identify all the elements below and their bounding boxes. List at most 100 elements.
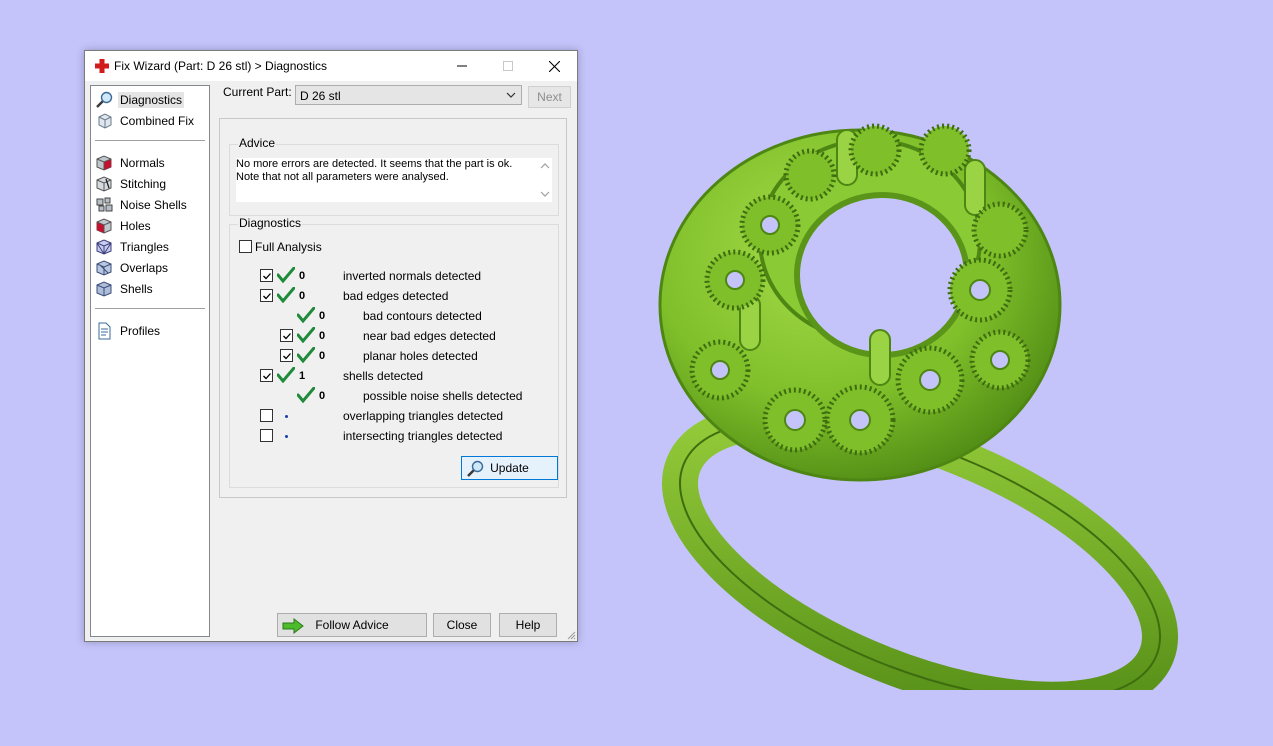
title-bar[interactable]: Fix Wizard (Part: D 26 stl) > Diagnostic… — [85, 51, 577, 81]
sidebar-item-triangles[interactable]: Triangles — [95, 237, 205, 257]
sidebar-item-profiles[interactable]: Profiles — [95, 321, 205, 341]
checkmark-icon — [262, 292, 271, 299]
sidebar-item-diagnostics[interactable]: Diagnostics — [95, 90, 205, 110]
checkmark-icon — [282, 332, 291, 339]
checkmark-icon — [262, 272, 271, 279]
advice-line: No more errors are detected. It seems th… — [236, 158, 513, 170]
wizard-sidebar: Diagnostics Combined Fix Normals Stitchi… — [90, 85, 210, 637]
full-analysis-checkbox[interactable] — [239, 240, 252, 253]
minimize-button[interactable] — [439, 51, 485, 81]
status-ok-icon — [277, 267, 295, 283]
follow-advice-button[interactable]: Follow Advice — [277, 613, 427, 637]
shells-cube-icon — [96, 281, 112, 297]
sidebar-item-normals[interactable]: Normals — [95, 153, 205, 173]
inverted-normals-label: inverted normals detected — [343, 269, 482, 283]
minimize-icon — [457, 65, 467, 67]
sidebar-item-combined-fix[interactable]: Combined Fix — [95, 111, 205, 131]
full-analysis-label: Full Analysis — [255, 240, 322, 254]
holes-cube-icon — [96, 218, 112, 234]
maximize-button[interactable] — [485, 51, 531, 81]
shells-count: 1 — [299, 370, 306, 382]
status-ok-icon — [277, 287, 295, 303]
sidebar-item-label: Normals — [120, 156, 165, 170]
ring-3d-model[interactable] — [620, 90, 1220, 690]
close-icon — [548, 60, 560, 72]
sidebar-item-shells[interactable]: Shells — [95, 279, 205, 299]
shells-checkbox[interactable] — [260, 369, 273, 382]
shells-label: shells detected — [343, 369, 424, 383]
window-title: Fix Wizard (Part: D 26 stl) > Diagnostic… — [114, 59, 328, 73]
diagnostics-group: Diagnostics Full Analysis 0 inverted nor… — [229, 216, 559, 488]
intersecting-triangles-checkbox[interactable] — [260, 429, 273, 442]
checkmark-icon — [282, 352, 291, 359]
status-ok-icon — [297, 327, 315, 343]
help-button[interactable]: Help — [499, 613, 557, 637]
near-bad-edges-checkbox[interactable] — [280, 329, 293, 342]
close-window-button[interactable] — [531, 51, 577, 81]
resize-grip-icon[interactable] — [565, 629, 576, 640]
not-analysed-dot-icon — [285, 435, 288, 438]
sidebar-item-label: Profiles — [120, 324, 161, 338]
not-analysed-dot-icon — [285, 415, 288, 418]
bad-edges-checkbox[interactable] — [260, 289, 273, 302]
magnifier-icon — [96, 91, 113, 108]
update-button[interactable]: Update — [461, 456, 558, 480]
scroll-down-icon — [540, 191, 550, 197]
sidebar-item-label: Diagnostics — [118, 92, 185, 108]
advice-group-title: Advice — [238, 136, 277, 150]
sidebar-divider — [95, 308, 205, 309]
maximize-icon — [503, 61, 513, 71]
document-icon — [98, 322, 111, 340]
advice-textarea[interactable]: No more errors are detected. It seems th… — [236, 158, 538, 202]
bad-edges-label: bad edges detected — [343, 289, 449, 303]
red-cross-icon — [95, 59, 109, 73]
sidebar-item-holes[interactable]: Holes — [95, 216, 205, 236]
status-ok-icon — [297, 387, 315, 403]
sidebar-item-label: Triangles — [120, 240, 169, 254]
current-part-label: Current Part: — [223, 85, 292, 99]
current-part-value: D 26 stl — [300, 89, 341, 103]
combined-fix-icon — [98, 113, 112, 129]
sidebar-item-label: Stitching — [120, 177, 167, 191]
advice-scrollbar[interactable] — [538, 158, 552, 202]
current-part-select[interactable]: D 26 stl — [295, 85, 522, 105]
planar-holes-checkbox[interactable] — [280, 349, 293, 362]
near-bad-edges-label: near bad edges detected — [363, 329, 496, 343]
near-bad-edges-count: 0 — [319, 330, 326, 342]
overlapping-triangles-checkbox[interactable] — [260, 409, 273, 422]
overlaps-cube-icon — [96, 260, 112, 276]
sidebar-item-label: Holes — [120, 219, 151, 233]
sidebar-item-noise-shells[interactable]: Noise Shells — [95, 195, 205, 215]
close-button[interactable]: Close — [433, 613, 491, 637]
status-ok-icon — [297, 307, 315, 323]
advice-group: Advice No more errors are detected. It s… — [229, 136, 559, 216]
update-button-label: Update — [490, 461, 529, 475]
sidebar-item-overlaps[interactable]: Overlaps — [95, 258, 205, 278]
checkmark-icon — [262, 372, 271, 379]
bad-contours-label: bad contours detected — [363, 309, 482, 323]
planar-holes-label: planar holes detected — [363, 349, 478, 363]
noise-shells-label: possible noise shells detected — [363, 389, 523, 403]
diagnostics-group-title: Diagnostics — [238, 216, 303, 230]
chevron-down-icon — [506, 92, 516, 98]
next-button[interactable]: Next — [528, 86, 571, 108]
inverted-normals-count: 0 — [299, 270, 306, 282]
status-ok-icon — [297, 347, 315, 363]
inverted-normals-checkbox[interactable] — [260, 269, 273, 282]
sidebar-item-label: Overlaps — [120, 261, 169, 275]
advice-line: Note that not all parameters were analys… — [236, 171, 449, 183]
green-arrow-right-icon — [282, 618, 304, 634]
bad-edges-count: 0 — [299, 290, 306, 302]
normals-cube-icon — [96, 155, 112, 171]
sidebar-divider — [95, 140, 205, 141]
bad-contours-count: 0 — [319, 310, 326, 322]
overlapping-triangles-label: overlapping triangles detected — [343, 409, 504, 423]
sidebar-item-stitching[interactable]: Stitching — [95, 174, 205, 194]
noise-shells-count: 0 — [319, 390, 326, 402]
triangles-cube-icon — [96, 239, 112, 255]
scroll-up-icon — [540, 163, 550, 169]
diagnostics-panel: Advice No more errors are detected. It s… — [219, 118, 567, 498]
sidebar-item-label: Shells — [120, 282, 153, 296]
status-ok-icon — [277, 367, 295, 383]
stitching-cube-icon — [96, 176, 112, 192]
